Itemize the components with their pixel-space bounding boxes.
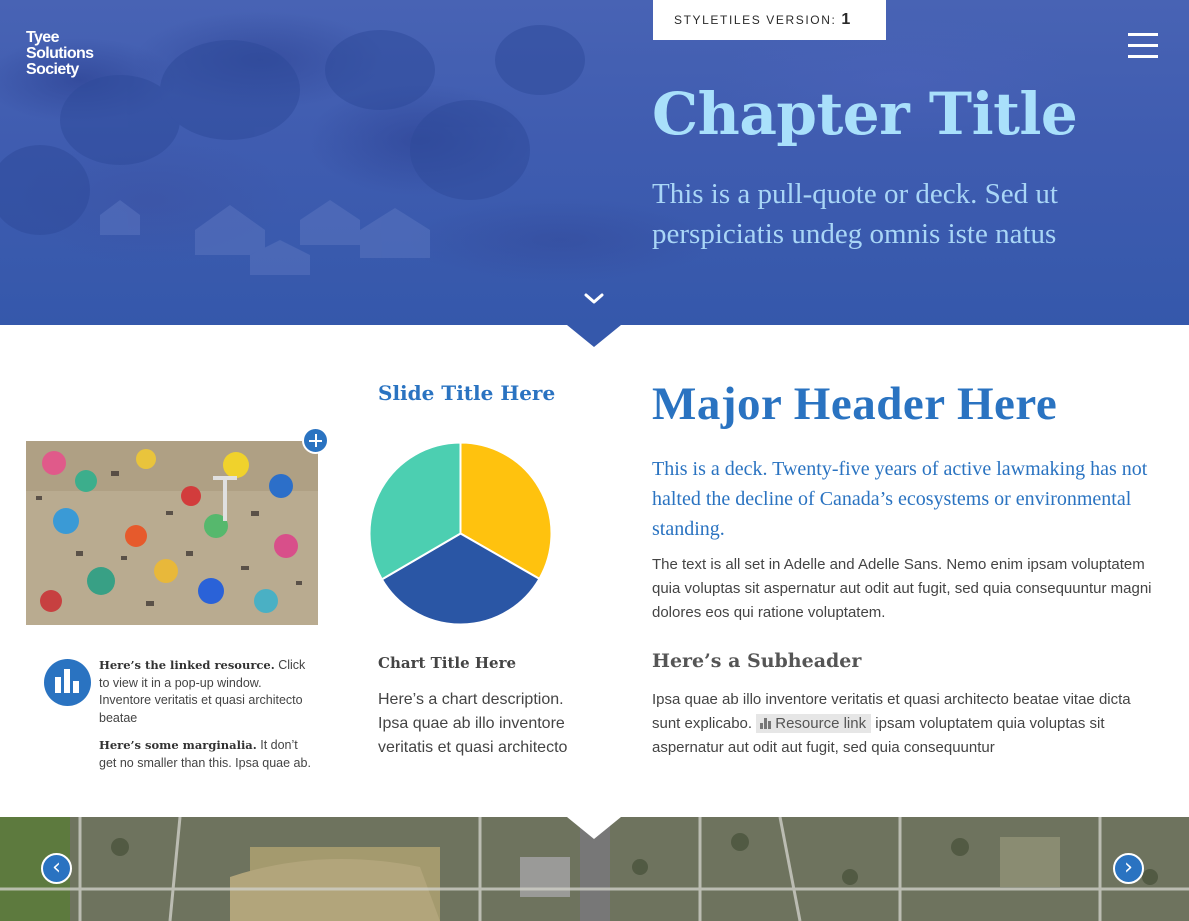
bar-chart-icon[interactable] xyxy=(44,659,91,706)
hamburger-menu-icon[interactable] xyxy=(1128,33,1158,58)
marginalia-note: Here’s some marginalia. It don’t get no … xyxy=(99,737,314,772)
chapter-deck: This is a pull-quote or deck. Sed ut per… xyxy=(652,178,1058,250)
marginalia-heading: Here’s some marginalia. xyxy=(99,738,257,752)
marginalia: Here’s the linked resource. Click to vie… xyxy=(99,657,314,782)
chapter-title: Chapter Title xyxy=(652,80,1078,148)
slide-title: Slide Title Here xyxy=(378,381,556,405)
logo-line-3: Society xyxy=(26,61,79,78)
hero-background-houses xyxy=(0,25,585,275)
linked-resource-note: Here’s the linked resource. Click to vie… xyxy=(99,657,314,727)
linked-resource-heading[interactable]: Here’s the linked resource. xyxy=(99,658,275,672)
major-header: Major Header Here xyxy=(652,378,1058,430)
carousel-prev-button[interactable]: ‹ xyxy=(41,853,72,884)
pie-chart xyxy=(368,441,553,626)
logo-line-1: Tyee xyxy=(26,29,59,46)
version-number: 1 xyxy=(841,11,851,28)
hero-banner: Tyee Solutions Society STYLETILES VERSIO… xyxy=(0,0,1189,325)
hero-notch xyxy=(567,325,621,347)
chevron-right-icon: › xyxy=(1124,855,1133,880)
styletiles-version-tab: STYLETILES VERSION: 1 xyxy=(653,0,886,40)
deck-text: This is a deck. Twenty-five years of act… xyxy=(652,458,1148,540)
carousel-next-button[interactable]: › xyxy=(1113,853,1144,884)
beach-photo[interactable] xyxy=(26,441,318,625)
logo-line-2: Solutions xyxy=(26,45,94,62)
bar-chart-icon xyxy=(760,718,772,729)
body-text: The text is all set in Adelle and Adelle… xyxy=(652,556,1152,621)
version-label: STYLETILES VERSION: xyxy=(674,13,842,27)
expand-plus-button[interactable] xyxy=(302,427,329,454)
body-text-2: Ipsa quae ab illo inventore veritatis et… xyxy=(652,688,1157,760)
subheader: Here’s a Subheader xyxy=(652,650,862,672)
aerial-notch xyxy=(567,817,621,839)
chart-description: Here’s a chart description. Ipsa quae ab… xyxy=(378,691,568,756)
chevron-left-icon: ‹ xyxy=(52,855,61,880)
resource-link[interactable]: Resource link xyxy=(756,714,872,733)
chart-title: Chart Title Here xyxy=(378,654,517,672)
resource-link-label: Resource link xyxy=(775,715,867,732)
tyee-logo[interactable]: Tyee Solutions Society xyxy=(26,29,94,78)
chevron-down-icon[interactable] xyxy=(583,292,605,306)
